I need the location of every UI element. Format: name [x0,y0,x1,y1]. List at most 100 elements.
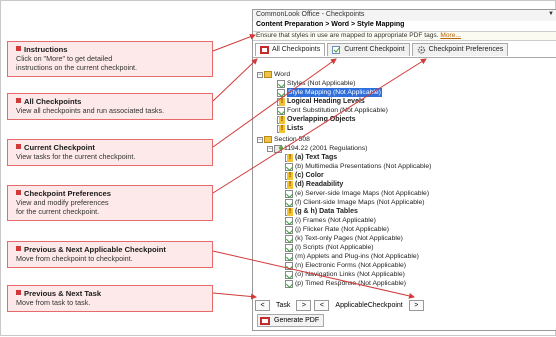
tree-node[interactable]: (m) Applets and Plug-ins (Not Applicable… [285,252,419,261]
arrow-instructions [212,33,256,52]
tree-node-section-508[interactable]: − Section 508 [257,135,310,144]
checked-page-icon [285,270,293,279]
callout-desc: View and modify preferences [16,198,109,207]
arrow-all-checkpoints [212,58,258,102]
tab-checkpoint-preferences[interactable]: Checkpoint Preferences [411,42,509,56]
checked-page-icon [285,189,293,198]
navigation-bar: < Task > < ApplicableCheckpoint > [255,299,427,312]
collapse-icon[interactable]: − [267,145,273,152]
checked-page-icon [285,225,293,234]
screenshot-frame: Instructions Click on "More" to get deta… [0,0,556,336]
tree-node[interactable]: (f) Client-side Image Maps (Not Applicab… [285,198,425,207]
instruction-text: Ensure that styles in use are mapped to … [256,32,439,39]
task-label: Task [276,302,291,309]
checkpoint-tree: − Word Styles (Not Applicable) Style Mapp… [253,68,556,300]
tree-node[interactable]: (i) Frames (Not Applicable) [285,216,376,225]
tab-label: Checkpoint Preferences [428,46,504,53]
tree-node[interactable]: Overlapping Objects [277,115,355,124]
warning-icon [277,97,285,106]
tab-label: Current Checkpoint [344,46,405,53]
checked-page-icon [285,279,293,288]
bullet-icon [16,190,21,195]
checkpoint-label: ApplicableCheckpoint [335,302,403,309]
bullet-icon [16,144,21,149]
tree-node[interactable]: (n) Electronic Forms (Not Applicable) [285,261,406,270]
checkpoints-panel: CommonLook Office - Checkpoints ▼ Conten… [252,9,556,331]
collapse-icon[interactable]: − [257,71,263,78]
tree-node[interactable]: Lists [277,124,303,133]
previous-checkpoint-button[interactable]: < [314,300,330,311]
checked-page-icon [285,234,293,243]
tab-current-checkpoint[interactable]: Current Checkpoint [327,42,410,56]
tree-node[interactable]: (o) Navigation Links (Not Applicable) [285,270,405,279]
document-check-icon [332,45,341,54]
generate-pdf-label: Generate PDF [274,317,320,324]
tree-node-word[interactable]: − Word [257,70,290,79]
checked-page-icon [285,216,293,225]
callout-title: All Checkpoints [24,97,82,106]
checked-page-icon [285,252,293,261]
callout-prev-next-task: Previous & Next Task Move from task to t… [7,285,213,312]
tree-node-selected[interactable]: Style Mapping (Not Applicable) [277,88,382,97]
callout-all-checkpoints: All Checkpoints View all checkpoints and… [7,93,213,120]
checked-page-icon [285,162,293,171]
warning-icon [277,124,285,133]
callout-desc: Move from checkpoint to checkpoint. [16,254,133,263]
tree-node-1194[interactable]: −1194.22 (2001 Regulations) [267,144,367,153]
checked-page-icon [285,243,293,252]
previous-task-button[interactable]: < [255,300,270,311]
bullet-icon [16,98,21,103]
panel-title: CommonLook Office - Checkpoints [256,11,365,18]
tab-label: All Checkpoints [272,46,321,53]
instruction-bar: Ensure that styles in use are mapped to … [253,31,556,41]
bullet-icon [16,46,21,51]
bullet-icon [16,246,21,251]
warning-icon [285,171,293,180]
tree-node[interactable]: (j) Flicker Rate (Not Applicable) [285,225,389,234]
tree-node[interactable]: (d) Readability [285,180,343,189]
checked-page-icon [285,261,293,270]
document-folder-icon [274,144,283,153]
tree-node[interactable]: (g & h) Data Tables [285,207,358,216]
tab-all-checkpoints[interactable]: All Checkpoints [255,42,326,56]
checked-page-icon [277,106,285,115]
checked-page-icon [285,198,293,207]
checked-page-icon [277,79,285,88]
collapse-icon[interactable]: − [257,136,263,143]
tree-node[interactable]: Font Substitution (Not Applicable) [277,106,388,115]
bullet-icon [16,290,21,295]
tree-node[interactable]: (l) Scripts (Not Applicable) [285,243,374,252]
panel-titlebar: CommonLook Office - Checkpoints ▼ [253,10,556,21]
more-link[interactable]: More... [440,32,461,39]
callout-checkpoint-preferences: Checkpoint Preferences View and modify p… [7,185,213,221]
callout-title: Instructions [24,45,68,54]
next-checkpoint-button[interactable]: > [408,300,424,311]
breadcrumb: Content Preparation > Word > Style Mappi… [256,21,405,28]
tree-node[interactable]: (a) Text Tags [285,153,337,162]
arrow-prev-next-task [212,292,257,300]
callout-title: Previous & Next Task [24,289,102,298]
callout-prev-next-checkpoint: Previous & Next Applicable Checkpoint Mo… [7,241,213,268]
folder-icon [264,71,272,78]
callout-desc: View all checkpoints and run associated … [16,106,165,115]
tree-node[interactable]: (p) Timed Response (Not Applicable) [285,279,406,288]
warning-icon [285,207,293,216]
checked-page-icon [277,88,285,97]
callout-desc: Click on "More" to get detailed [16,54,113,63]
warning-icon [277,115,285,124]
tree-node[interactable]: Logical Heading Levels [277,97,365,106]
folder-icon [264,136,272,143]
tree-node[interactable]: Styles (Not Applicable) [277,79,355,88]
tree-node[interactable]: (e) Server-side Image Maps (Not Applicab… [285,189,429,198]
generate-pdf-button[interactable]: Generate PDF [257,314,325,327]
tree-node[interactable]: (k) Text-only Pages (Not Applicable) [285,234,403,243]
callout-title: Current Checkpoint [24,143,95,152]
dropdown-arrow-icon[interactable]: ▼ [548,11,554,17]
tab-bar: All Checkpoints Current Checkpoint Check… [253,41,556,58]
callout-title: Previous & Next Applicable Checkpoint [24,245,166,254]
callout-instructions: Instructions Click on "More" to get deta… [7,41,213,77]
callout-current-checkpoint: Current Checkpoint View tasks for the cu… [7,139,213,166]
next-task-button[interactable]: > [296,300,312,311]
tree-node[interactable]: (c) Color [285,171,324,180]
tree-node[interactable]: (b) Multimedia Presentations (Not Applic… [285,162,431,171]
